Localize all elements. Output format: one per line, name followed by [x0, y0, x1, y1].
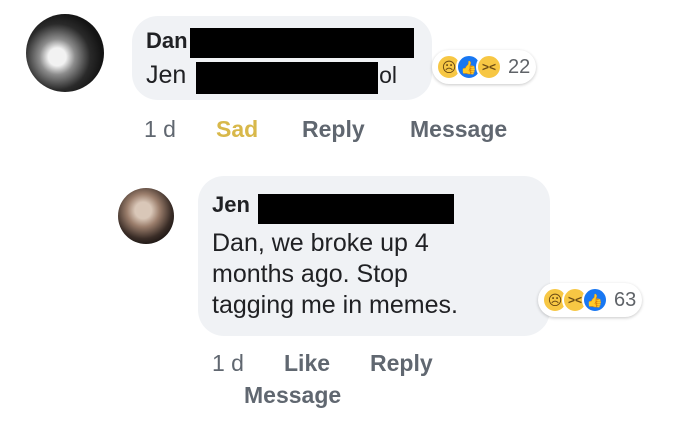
haha-icon: >< — [476, 54, 502, 80]
timestamp[interactable]: 1 d — [144, 116, 176, 143]
message-button[interactable]: Message — [244, 382, 341, 409]
reaction-count: 63 — [614, 288, 637, 311]
reaction-count: 22 — [508, 55, 531, 78]
reply-button[interactable]: Reply — [302, 116, 365, 143]
like-icon: 👍 — [582, 287, 608, 313]
comment-text-line: months ago. Stop — [212, 260, 408, 288]
redaction-bar — [196, 62, 378, 94]
reaction-summary[interactable]: ☹ 👍 >< 22 — [432, 50, 537, 84]
reply-button[interactable]: Reply — [370, 350, 433, 377]
message-button[interactable]: Message — [410, 116, 507, 143]
like-button[interactable]: Like — [284, 350, 330, 377]
comment-text-line: tagging me in memes. — [212, 291, 458, 319]
timestamp[interactable]: 1 d — [212, 350, 244, 377]
sad-reaction-button[interactable]: Sad — [216, 116, 258, 143]
comment-text-start: Jen — [146, 61, 187, 89]
reaction-summary[interactable]: ☹ >< 👍 63 — [538, 283, 643, 317]
redaction-bar — [190, 28, 414, 58]
comment-text-line: Dan, we broke up 4 — [212, 229, 429, 257]
redaction-bar — [258, 194, 454, 224]
comment-author[interactable]: Jen — [212, 192, 250, 218]
comment-author[interactable]: Dan — [146, 28, 188, 54]
avatar[interactable] — [26, 14, 104, 92]
avatar[interactable] — [118, 188, 174, 244]
